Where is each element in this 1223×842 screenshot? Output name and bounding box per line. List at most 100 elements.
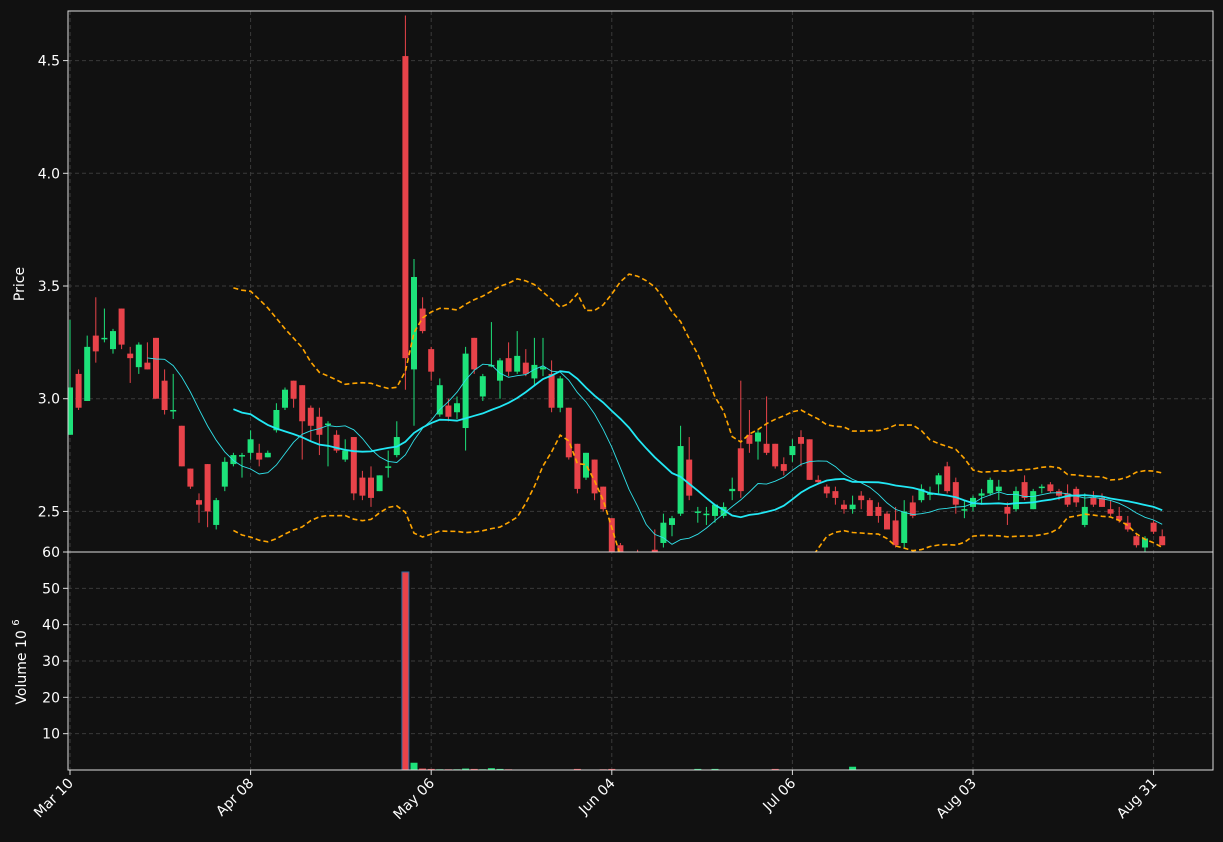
candle-body: [385, 466, 392, 468]
candle-body: [583, 452, 589, 478]
candle-body: [884, 513, 890, 530]
candle-body: [402, 56, 409, 359]
candle-body: [153, 337, 159, 399]
candle-body: [995, 486, 1002, 492]
candle-body: [1159, 536, 1166, 546]
candle-body: [479, 376, 486, 397]
candle-body: [178, 425, 185, 467]
candle-body: [935, 475, 942, 485]
candle-body: [368, 477, 374, 498]
candle-body: [987, 479, 994, 494]
candle-body: [505, 358, 512, 372]
candle-body: [849, 504, 856, 510]
candle-body: [359, 477, 366, 496]
candle-body: [135, 344, 142, 368]
candle-body: [548, 373, 555, 408]
candle-body: [823, 486, 830, 494]
candle-body: [256, 452, 263, 460]
candle-body: [686, 459, 693, 496]
candle-body: [961, 509, 968, 511]
candle-body: [755, 432, 761, 442]
candle-body: [866, 500, 873, 516]
candle-body: [694, 511, 701, 513]
candle-body: [316, 416, 323, 435]
candle-body: [565, 407, 572, 458]
volume-axis-label-unit: 10: [14, 630, 30, 648]
candle-body: [1150, 522, 1157, 532]
price-tick-label: 4.0: [38, 166, 60, 182]
candle-body: [1090, 497, 1097, 505]
candle-body: [522, 362, 529, 374]
candle-body: [118, 308, 125, 345]
candle-body: [307, 407, 314, 426]
volume-tick-label: 20: [42, 690, 60, 706]
candle-body: [290, 380, 297, 399]
price-tick-label: 4.5: [38, 54, 60, 70]
candle-body: [127, 353, 134, 359]
candle-body: [196, 500, 202, 505]
candle-body: [832, 491, 839, 498]
candle-body: [419, 308, 426, 332]
volume-axis-label-text: Volume: [14, 653, 30, 705]
candle-body: [669, 518, 675, 525]
candle-body: [574, 443, 581, 489]
candle-body: [978, 493, 985, 496]
candle-body: [239, 455, 245, 457]
volume-tick-label: 40: [42, 618, 60, 634]
candle-body: [901, 511, 908, 543]
candle-body: [170, 409, 177, 412]
candle-body: [204, 464, 211, 512]
candle-body: [892, 520, 899, 546]
candle-body: [798, 437, 804, 444]
candle-body: [101, 337, 108, 340]
candle-body: [1047, 484, 1054, 492]
candle-body: [815, 479, 822, 483]
candle-body: [557, 378, 564, 408]
volume-axis-label: Volume 10 6: [11, 619, 30, 704]
volume-axis-label-exponent: 6: [11, 619, 22, 625]
candle-body: [703, 513, 710, 516]
candle-body: [1107, 509, 1114, 514]
candle-body: [299, 385, 306, 422]
candle-body: [471, 337, 478, 370]
candle-body: [221, 461, 228, 487]
stock-candlestick-chart: Mar 10 Apr 08 May 06 Jun 04 Jul 06 Aug 03 Aug …: [0, 0, 1223, 842]
volume-bar: [410, 762, 418, 770]
volume-tick-label: 60: [42, 545, 60, 561]
candle-body: [952, 482, 959, 505]
candle-body: [376, 475, 383, 492]
candle-body: [531, 364, 538, 379]
candle-body: [445, 405, 452, 417]
candle-body: [737, 448, 744, 492]
candle-body: [161, 380, 168, 410]
candle-body: [944, 466, 951, 492]
candle-body: [282, 389, 288, 408]
candle-body: [677, 446, 684, 514]
candle-body: [1030, 491, 1037, 510]
candle-body: [780, 464, 787, 471]
candle-body: [729, 488, 736, 492]
volume-tick-label: 50: [42, 581, 60, 597]
candle-body: [763, 443, 770, 453]
price-axis-label: Price: [12, 267, 28, 301]
candle-body: [789, 446, 796, 456]
candle-body: [230, 455, 237, 465]
candle-body: [92, 335, 99, 352]
candle-body: [1133, 536, 1140, 546]
candle-body: [1038, 486, 1045, 489]
candle-body: [858, 495, 865, 501]
candle-body: [187, 468, 194, 487]
candle-body: [110, 331, 116, 350]
candle-body: [350, 437, 357, 494]
candle-body: [514, 355, 521, 372]
price-tick-label: 3.0: [38, 392, 60, 408]
volume-bar: [401, 571, 410, 770]
candle-body: [325, 423, 331, 426]
candle-body: [1013, 491, 1019, 510]
candle-body: [454, 403, 460, 413]
candle-body: [772, 443, 779, 467]
candle-body: [411, 276, 417, 370]
volume-tick-label: 30: [42, 654, 60, 670]
candle-body: [75, 373, 82, 408]
candle-body: [1004, 506, 1011, 514]
